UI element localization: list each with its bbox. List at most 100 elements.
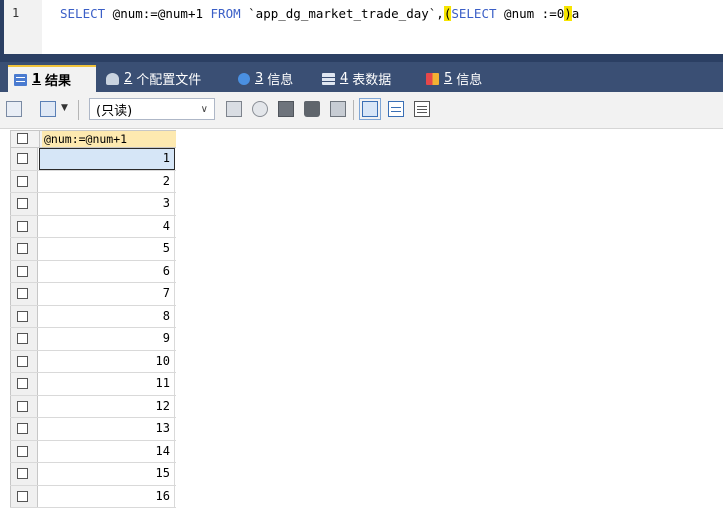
row-checkbox[interactable] [17, 378, 28, 389]
cancel-changes-icon[interactable] [330, 101, 346, 117]
tab-table-data[interactable]: 4 表数据 [316, 65, 416, 92]
row-checkbox-cell[interactable] [10, 463, 38, 485]
row-checkbox-cell[interactable] [10, 193, 38, 215]
row-checkbox-cell[interactable] [10, 441, 38, 463]
row-checkbox-cell[interactable] [10, 373, 38, 395]
mode-select[interactable]: (只读) ∨ [89, 98, 215, 120]
cell-value[interactable]: 1 [39, 148, 175, 170]
table-row[interactable]: 14 [10, 441, 176, 464]
cell-value[interactable]: 15 [39, 463, 175, 485]
table-row[interactable]: 16 [10, 486, 176, 508]
row-checkbox-cell[interactable] [10, 418, 38, 440]
panel-separator[interactable] [0, 54, 723, 62]
row-checkbox-cell[interactable] [10, 216, 38, 238]
row-checkbox[interactable] [17, 468, 28, 479]
row-checkbox[interactable] [17, 243, 28, 254]
row-checkbox[interactable] [17, 153, 28, 164]
column-header[interactable]: @num:=@num+1 [42, 131, 176, 147]
cell-value[interactable]: 9 [39, 328, 175, 350]
row-checkbox[interactable] [17, 401, 28, 412]
profile-icon [106, 73, 119, 85]
cell-value[interactable]: 7 [39, 283, 175, 305]
cell-value[interactable]: 12 [39, 396, 175, 418]
table-row[interactable]: 3 [10, 193, 176, 216]
save-icon[interactable] [278, 101, 294, 117]
text-view-icon[interactable] [414, 101, 430, 117]
tab-profile[interactable]: 2 个配置文件 [100, 65, 224, 92]
row-checkbox-cell[interactable] [10, 171, 38, 193]
grid-header: @num:=@num+1 [10, 130, 176, 148]
row-checkbox[interactable] [17, 288, 28, 299]
export-icon[interactable] [40, 101, 56, 117]
row-checkbox[interactable] [17, 176, 28, 187]
table-data-icon [322, 73, 335, 85]
table-row[interactable]: 4 [10, 216, 176, 239]
row-checkbox[interactable] [17, 266, 28, 277]
cell-value[interactable]: 6 [39, 261, 175, 283]
table-row[interactable]: 7 [10, 283, 176, 306]
tab-info-2[interactable]: 5 信息 [420, 65, 500, 92]
result-tab-bar: 1 结果 2 个配置文件 3 信息 4 表数据 5 信息 [0, 62, 723, 92]
row-checkbox[interactable] [17, 311, 28, 322]
tab-label: 个配置文件 [136, 69, 201, 88]
tab-label: 信息 [267, 69, 293, 88]
cell-value[interactable]: 8 [39, 306, 175, 328]
row-checkbox[interactable] [17, 356, 28, 367]
row-checkbox-cell[interactable] [10, 396, 38, 418]
row-checkbox[interactable] [17, 446, 28, 457]
row-checkbox-cell[interactable] [10, 148, 38, 170]
grid-view-icon[interactable] [362, 101, 378, 117]
table-row[interactable]: 1 [10, 148, 176, 171]
table-row[interactable]: 5 [10, 238, 176, 261]
cell-value[interactable]: 11 [39, 373, 175, 395]
row-checkbox[interactable] [17, 491, 28, 502]
duplicate-row-icon[interactable] [252, 101, 268, 117]
table-row[interactable]: 2 [10, 171, 176, 194]
sql-editor[interactable]: 1 SELECT @num:=@num+1 FROM `app_dg_marke… [0, 0, 723, 54]
row-checkbox[interactable] [17, 198, 28, 209]
table-row[interactable]: 10 [10, 351, 176, 374]
chevron-down-icon: ∨ [201, 104, 208, 115]
grid-add-icon[interactable] [6, 101, 22, 117]
table-row[interactable]: 15 [10, 463, 176, 486]
cell-value[interactable]: 2 [39, 171, 175, 193]
row-checkbox-cell[interactable] [10, 306, 38, 328]
editor-gutter [4, 0, 42, 54]
table-row[interactable]: 13 [10, 418, 176, 441]
row-checkbox[interactable] [17, 423, 28, 434]
sql-code-line[interactable]: SELECT @num:=@num+1 FROM `app_dg_market_… [60, 6, 579, 21]
cell-value[interactable]: 10 [39, 351, 175, 373]
row-checkbox[interactable] [17, 221, 28, 232]
table-row[interactable]: 11 [10, 373, 176, 396]
tab-info[interactable]: 3 信息 [232, 65, 312, 92]
table-row[interactable]: 12 [10, 396, 176, 419]
form-view-icon[interactable] [388, 101, 404, 117]
row-checkbox-cell[interactable] [10, 328, 38, 350]
row-checkbox-cell[interactable] [10, 283, 38, 305]
row-checkbox-cell[interactable] [10, 351, 38, 373]
table-row[interactable]: 6 [10, 261, 176, 284]
cell-value[interactable]: 13 [39, 418, 175, 440]
code-segment: `app_dg_market_trade_day`, [241, 6, 444, 21]
select-all-checkbox[interactable] [11, 131, 40, 147]
toolbar-divider [78, 100, 79, 120]
cell-value[interactable]: 5 [39, 238, 175, 260]
cell-value[interactable]: 14 [39, 441, 175, 463]
keyword-select: SELECT [451, 6, 496, 21]
row-checkbox-cell[interactable] [10, 486, 38, 508]
cell-value[interactable]: 3 [39, 193, 175, 215]
delete-icon[interactable] [304, 101, 320, 117]
tab-results[interactable]: 1 结果 [8, 65, 96, 92]
insert-row-icon[interactable] [226, 101, 242, 117]
result-grid: @num:=@num+1 12345678910111213141516 [10, 130, 176, 508]
cell-value[interactable]: 16 [39, 486, 175, 508]
row-checkbox-cell[interactable] [10, 261, 38, 283]
results-grid-icon [14, 74, 27, 86]
row-checkbox-cell[interactable] [10, 238, 38, 260]
table-row[interactable]: 8 [10, 306, 176, 329]
table-row[interactable]: 9 [10, 328, 176, 351]
chevron-down-icon[interactable]: ▼ [61, 103, 68, 113]
cell-value[interactable]: 4 [39, 216, 175, 238]
row-checkbox[interactable] [17, 333, 28, 344]
matched-paren-close: ) [564, 6, 572, 21]
